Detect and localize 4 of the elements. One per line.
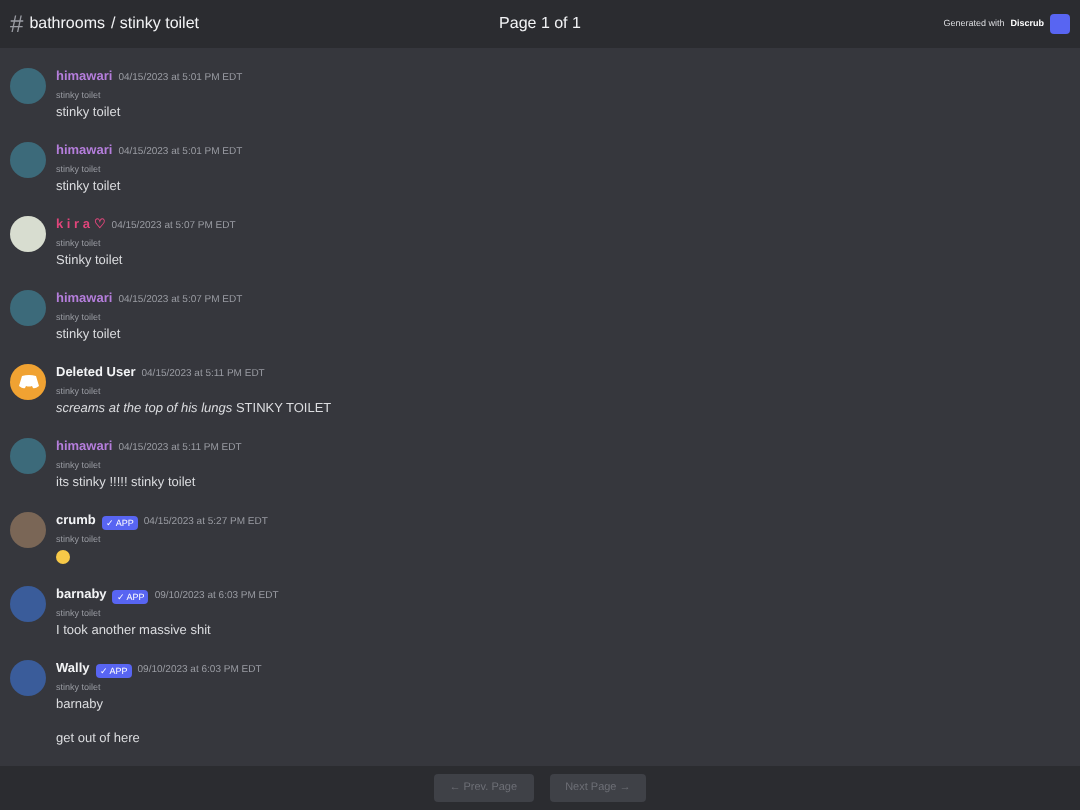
channel-name: bathrooms (29, 12, 105, 36)
thread-name: / stinky toilet (110, 12, 199, 36)
page-indicator: Page 1 of 1 (497, 12, 583, 36)
hash-icon: # (10, 6, 24, 42)
